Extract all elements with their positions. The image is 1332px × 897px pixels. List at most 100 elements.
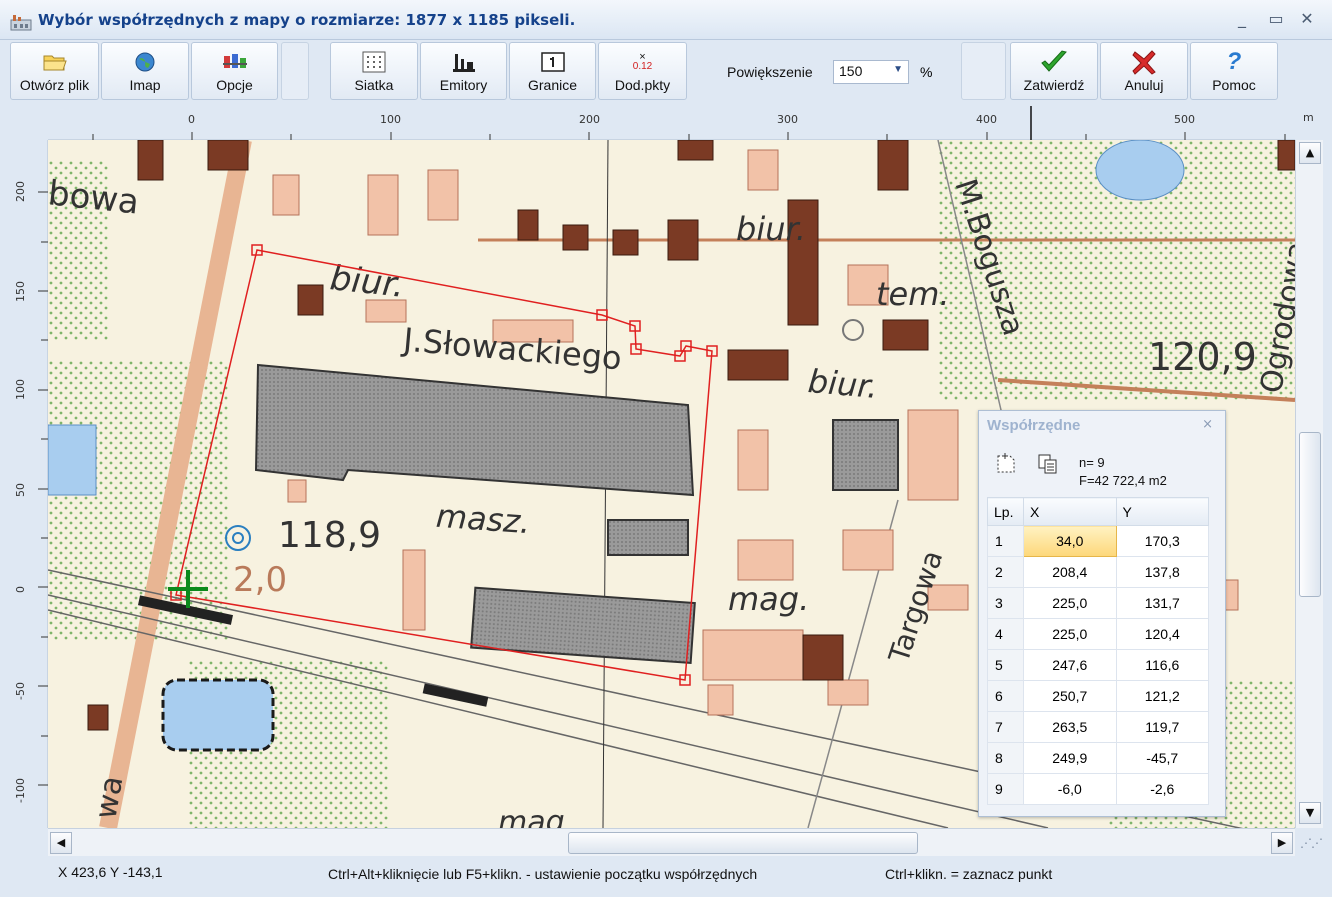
toolbar-separator [961,42,1006,100]
table-row[interactable]: 4 225,0 120,4 [987,618,1209,650]
resize-grip-icon[interactable]: ⋰⋰ [1300,836,1323,850]
y-tick-label: 200 [14,181,27,202]
row-index: 8 [987,742,1024,774]
cancel-button[interactable]: Anuluj [1100,42,1188,100]
x-unit-label: m [1303,111,1314,124]
x-cell[interactable]: 249,9 [1023,742,1117,774]
y-tick-label: 50 [14,483,27,497]
y-cell[interactable]: -2,6 [1115,773,1209,805]
x-cell[interactable]: 225,0 [1023,587,1117,619]
y-cell[interactable]: 170,3 [1115,525,1209,557]
y-tick-label: -50 [14,682,27,700]
row-index: 9 [987,773,1024,805]
y-cell[interactable]: -45,7 [1115,742,1209,774]
coordinates-panel: Współrzędne × n= 9 F=42 722,4 m2 Lp. X Y… [978,410,1226,817]
y-cell[interactable]: 120,4 [1115,618,1209,650]
x-tick-label: 100 [380,113,401,126]
checkmark-icon [1040,49,1068,75]
panel-title: Współrzędne [987,417,1081,434]
grid-button[interactable]: Siatka [330,42,418,100]
status-hint-point: Ctrl+klikn. = zaznacz punkt [885,866,1053,882]
help-label: Pomoc [1212,77,1256,93]
row-index: 5 [987,649,1024,681]
question-mark-icon: ? [1226,48,1242,75]
toolbar-separator [281,42,309,100]
x-cell[interactable]: 263,5 [1023,711,1117,743]
add-points-button[interactable]: × 0.12 Dod.pkty [598,42,687,100]
help-button[interactable]: ? Pomoc [1190,42,1278,100]
x-cell[interactable]: 208,4 [1023,556,1117,588]
y-cell[interactable]: 119,7 [1115,711,1209,743]
zoom-value: 150 [839,63,863,79]
boundaries-button[interactable]: Granice [509,42,596,100]
scroll-right-button[interactable]: ▶ [1271,832,1293,854]
table-row[interactable]: 1 34,0 170,3 [987,525,1209,557]
confirm-button[interactable]: Zatwierdź [1010,42,1098,100]
panel-close-button[interactable]: × [1202,417,1213,432]
status-hint-origin: Ctrl+Alt+kliknięcie lub F5+klikn. - usta… [328,866,758,882]
add-points-label: Dod.pkty [614,77,671,93]
table-row[interactable]: 7 263,5 119,7 [987,711,1209,743]
y-cell[interactable]: 131,7 [1115,587,1209,619]
cursor-coordinates: X 423,6 Y -143,1 [58,864,163,880]
horizontal-ruler: 0 100 200 300 400 500 m [48,106,1314,140]
x-cell[interactable]: 225,0 [1023,618,1117,650]
vertical-scrollbar[interactable]: ▲ ▼ [1295,140,1323,828]
y-cell[interactable]: 116,6 [1115,649,1209,681]
column-header-y[interactable]: Y [1115,497,1209,526]
horizontal-scrollbar[interactable]: ◀ ▶ [48,828,1295,856]
column-header-lp[interactable]: Lp. [987,497,1024,526]
table-row[interactable]: 6 250,7 121,2 [987,680,1209,712]
table-row[interactable]: 5 247,6 116,6 [987,649,1209,681]
point-count: n= 9 [1079,455,1105,470]
scroll-left-button[interactable]: ◀ [50,832,72,854]
table-row[interactable]: 8 249,9 -45,7 [987,742,1209,774]
x-cell[interactable]: 34,0 [1023,525,1117,557]
scroll-down-button[interactable]: ▼ [1299,802,1321,824]
zoom-select[interactable]: 150 ▼ [833,60,909,84]
x-cell[interactable]: 247,6 [1023,649,1117,681]
column-header-x[interactable]: X [1023,497,1117,526]
row-index: 3 [987,587,1024,619]
x-tick-label: 0 [188,113,195,126]
x-tick-label: 200 [579,113,600,126]
y-cell[interactable]: 137,8 [1115,556,1209,588]
globe-icon [134,49,156,75]
options-button[interactable]: Opcje [191,42,278,100]
imap-label: Imap [129,77,161,93]
polygon-area: F=42 722,4 m2 [1079,473,1167,488]
grid-icon [362,49,386,75]
y-tick-label: 150 [14,281,27,302]
x-tick-label: 300 [777,113,798,126]
cross-icon [1131,49,1157,75]
x-tick-label: 500 [1174,113,1195,126]
copy-icon[interactable] [1035,451,1061,477]
scroll-up-button[interactable]: ▲ [1299,142,1321,164]
zoom-unit: % [920,64,933,80]
y-tick-label: -100 [14,778,27,803]
select-shape-icon[interactable] [993,451,1019,477]
y-cell[interactable]: 121,2 [1115,680,1209,712]
x-cell[interactable]: -6,0 [1023,773,1117,805]
x-cell[interactable]: 250,7 [1023,680,1117,712]
imap-button[interactable]: Imap [101,42,189,100]
grid-label: Siatka [354,77,394,93]
confirm-label: Zatwierdź [1023,77,1085,93]
chevron-down-icon: ▼ [893,64,903,75]
horizontal-scroll-thumb[interactable] [568,832,918,854]
add-points-icon: × 0.12 [632,51,653,72]
maximize-button[interactable]: ▭ [1263,8,1289,30]
vertical-scroll-thumb[interactable] [1299,432,1321,597]
table-row[interactable]: 2 208,4 137,8 [987,556,1209,588]
zoom-label: Powiększenie [727,64,813,80]
open-file-button[interactable]: Otwórz plik [10,42,99,100]
emitters-button[interactable]: Emitory [420,42,507,100]
table-row[interactable]: 3 225,0 131,7 [987,587,1209,619]
close-button[interactable]: ✕ [1294,8,1320,30]
table-row[interactable]: 9 -6,0 -2,6 [987,773,1209,805]
status-bar: X 423,6 Y -143,1 Ctrl+Alt+kliknięcie lub… [0,836,1332,897]
add-points-icon-text: 0.12 [632,61,653,72]
open-file-label: Otwórz plik [19,77,90,93]
minimize-button[interactable]: _ [1229,8,1255,30]
tools-icon [221,49,249,75]
